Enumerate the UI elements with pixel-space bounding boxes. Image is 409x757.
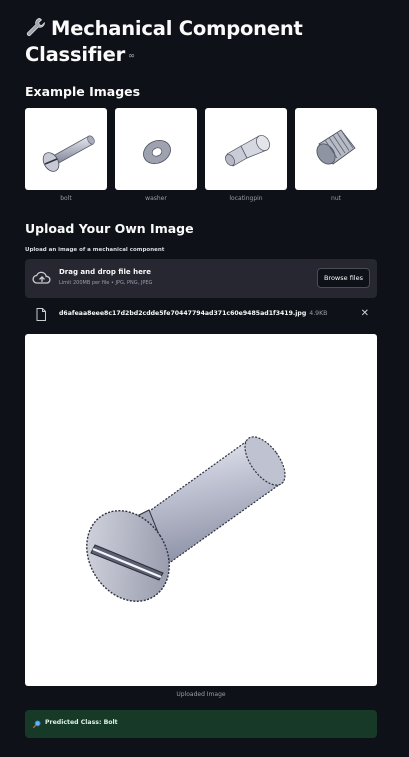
nut-thumb-icon — [316, 129, 356, 165]
page-title: Mechanical Component Classifier ∞ — [25, 0, 377, 69]
browse-files-button[interactable]: Browse files — [316, 268, 370, 288]
example-nut-image — [295, 108, 377, 190]
washer-thumb-icon — [143, 140, 171, 164]
upload-field-label: Upload an image of a mechanical componen… — [25, 247, 165, 253]
locatingpin-thumb-icon — [225, 135, 270, 167]
example-bolt[interactable]: bolt — [25, 108, 107, 202]
example-nut-caption: nut — [331, 195, 341, 202]
file-dropzone[interactable]: Drag and drop file here Limit 200MB per … — [25, 259, 377, 298]
uploaded-file-row: d6afeaa8eee8c17d2bd2cdde5fe70447794ad371… — [25, 305, 377, 323]
example-images-row: bolt washer locatingpin nut — [25, 108, 377, 202]
dropzone-title: Drag and drop file here — [59, 268, 152, 276]
example-washer-caption: washer — [145, 195, 167, 202]
example-bolt-caption: bolt — [60, 195, 72, 202]
examples-heading: Example Images — [25, 84, 141, 99]
page-title-text: Mechanical Component Classifier — [25, 17, 303, 66]
bolt-thumb-icon — [42, 135, 95, 172]
example-washer-image — [115, 108, 197, 190]
uploaded-file-size: 4.9KB — [309, 310, 328, 317]
example-washer[interactable]: washer — [115, 108, 197, 202]
prediction-result-alert: Predicted Class: Bolt — [25, 710, 377, 738]
uploaded-bolt-image — [86, 436, 286, 602]
dropzone-limit-text: Limit 200MB per file • JPG, PNG, JPEG — [59, 280, 153, 286]
uploaded-file-name: d6afeaa8eee8c17d2bd2cdde5fe70447794ad371… — [59, 310, 327, 317]
example-locatingpin[interactable]: locatingpin — [205, 108, 287, 202]
magnifier-icon — [33, 720, 41, 728]
remove-file-close-icon[interactable]: ✕ — [361, 307, 369, 321]
example-nut[interactable]: nut — [295, 108, 377, 202]
uploaded-image-preview — [25, 334, 377, 686]
cloud-upload-icon — [32, 271, 51, 284]
example-locatingpin-image — [205, 108, 287, 190]
file-icon — [36, 308, 46, 321]
uploaded-image-caption: Uploaded Image — [176, 691, 226, 698]
uploaded-file-name-text: d6afeaa8eee8c17d2bd2cdde5fe70447794ad371… — [59, 310, 307, 317]
example-bolt-image — [25, 108, 107, 190]
upload-heading: Upload Your Own Image — [25, 221, 194, 236]
predicted-class-text: Predicted Class: Bolt — [45, 719, 118, 726]
link-anchor-icon[interactable]: ∞ — [128, 51, 136, 60]
example-locatingpin-caption: locatingpin — [229, 195, 263, 202]
page: Mechanical Component Classifier ∞ Example… — [0, 0, 409, 757]
wrench-icon — [26, 17, 45, 36]
